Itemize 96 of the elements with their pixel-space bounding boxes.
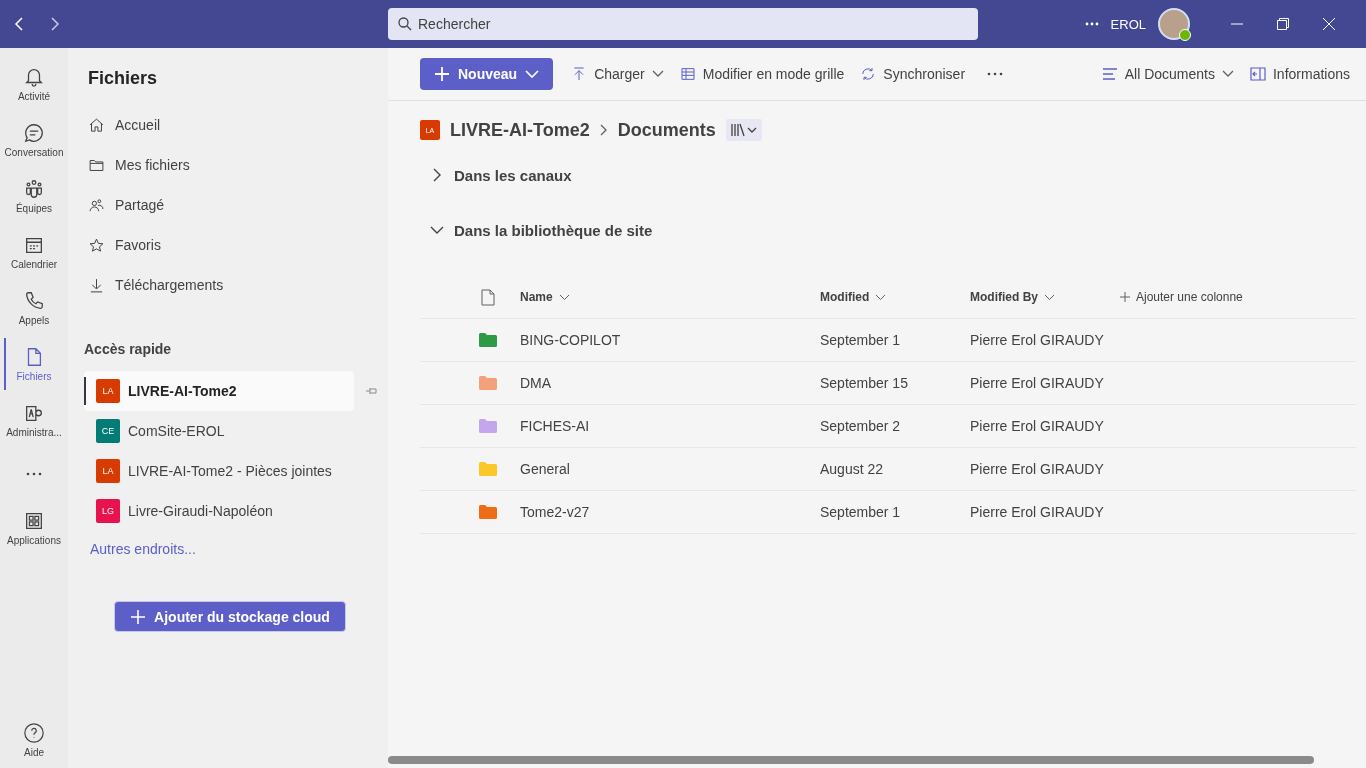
table-row[interactable]: BING-COPILOT September 1 Pierre Erol GIRAUDY	[420, 319, 1356, 362]
section-heading: Accès rapide	[84, 341, 172, 357]
column-header[interactable]: Name	[520, 290, 570, 304]
sync-icon	[860, 66, 877, 82]
plus-icon	[434, 66, 450, 82]
help-icon	[23, 722, 45, 744]
bell-icon	[23, 66, 45, 88]
breadcrumb-library: Documents	[617, 119, 716, 141]
site-tile: LA	[96, 459, 120, 483]
user-name: EROL	[1110, 16, 1146, 32]
chevron-down-icon	[1221, 70, 1234, 78]
add-column-button[interactable]: Ajouter une colonne	[1120, 289, 1243, 304]
table-cell-text: September 2	[820, 418, 902, 434]
site-tile: CE	[96, 419, 120, 443]
star-icon	[88, 236, 105, 254]
maximize-icon[interactable]	[1276, 17, 1290, 31]
rail-item[interactable]: Applications	[0, 500, 68, 556]
plus-icon	[1120, 291, 1130, 302]
home-icon	[88, 116, 105, 134]
info-panel-icon	[1249, 67, 1266, 81]
chevron-down-icon	[1044, 293, 1055, 301]
section-toggle[interactable]: Dans les canaux	[388, 155, 1366, 195]
section-toggle[interactable]: Dans la bibliothèque de site	[388, 210, 1366, 250]
chevron-down-icon	[558, 293, 570, 301]
grid-button[interactable]: Modifier en mode grille	[673, 58, 851, 90]
download-icon	[88, 276, 105, 294]
table-row[interactable]: DMA September 15 Pierre Erol GIRAUDY	[420, 362, 1356, 405]
plus-icon	[130, 608, 147, 625]
table-row[interactable]: General August 22 Pierre Erol GIRAUDY	[420, 448, 1356, 491]
table-cell-text: Pierre Erol GIRAUDY	[970, 332, 1105, 348]
library-switcher[interactable]	[725, 119, 762, 141]
table-cell-text: Pierre Erol GIRAUDY	[970, 461, 1105, 477]
rail-item[interactable]: Calendrier	[0, 224, 68, 280]
site-tile: LA	[96, 379, 120, 403]
rail-item[interactable]: Activité	[0, 56, 68, 112]
chevron-down-icon	[875, 293, 887, 301]
add-cloud-storage-button[interactable]: Ajouter du stockage cloud	[114, 601, 346, 632]
table-cell-text: Pierre Erol GIRAUDY	[970, 375, 1105, 391]
chevron-right-icon	[599, 124, 608, 136]
nav-item[interactable]: Favoris	[84, 225, 224, 265]
rail-item[interactable]: Équipes	[0, 168, 68, 224]
shared-icon	[88, 196, 105, 214]
nav-item[interactable]: Téléchargements	[84, 265, 224, 305]
nav-item[interactable]: Partagé	[84, 185, 224, 225]
table-cell-text: Pierre Erol GIRAUDY	[970, 418, 1105, 434]
library-icon	[729, 123, 758, 137]
more-options-icon[interactable]	[987, 72, 1004, 76]
close-icon[interactable]	[1322, 17, 1336, 31]
table-cell-text: September 15	[820, 375, 909, 391]
view-selector[interactable]: All Documents	[1095, 58, 1240, 90]
table-cell-text: DMA	[520, 375, 553, 391]
table-cell-text: Pierre Erol GIRAUDY	[970, 504, 1105, 520]
rail-item[interactable]: Administra...	[0, 392, 68, 448]
file-type-icon	[481, 288, 495, 306]
nav-item[interactable]: Accueil	[84, 105, 224, 145]
table-cell-text: August 22	[820, 461, 885, 477]
help-item[interactable]: Aide	[0, 712, 68, 768]
table-row[interactable]: FICHES-AI September 2 Pierre Erol GIRAUDY	[420, 405, 1356, 448]
table-cell-text: BING-COPILOT	[520, 332, 622, 348]
site-tile: LG	[96, 499, 120, 523]
table-cell-text: General	[520, 461, 571, 477]
scrollbar[interactable]	[388, 756, 1314, 764]
quick-access-item[interactable]: LG Livre-Giraudi-Napoléon	[84, 491, 354, 531]
table-cell-text: September 1	[820, 504, 902, 520]
phone-icon	[23, 290, 45, 312]
avatar[interactable]	[1158, 8, 1190, 40]
quick-access-item[interactable]: CE ComSite-EROL	[84, 411, 354, 451]
table-cell-text: Tome2-v27	[520, 504, 591, 520]
upload-button[interactable]: Charger	[565, 58, 670, 90]
search-field[interactable]: Rechercher	[388, 8, 978, 40]
lines-icon	[1101, 67, 1118, 81]
column-header[interactable]: Modified By	[970, 290, 1055, 304]
more-options-icon[interactable]	[1084, 22, 1099, 26]
grid-icon	[679, 66, 696, 82]
search-icon	[398, 17, 412, 31]
table-row[interactable]: Tome2-v27 September 1 Pierre Erol GIRAUDY	[420, 491, 1356, 534]
rail-item[interactable]: Conversation	[0, 112, 68, 168]
sync-button[interactable]: Synchroniser	[854, 58, 972, 90]
chat-icon	[23, 122, 45, 144]
breadcrumb-site[interactable]: LIVRE-AI-Tome2	[450, 119, 590, 141]
sidebar-title: Fichiers	[88, 68, 158, 89]
column-header[interactable]: Modified	[820, 290, 887, 304]
new-button[interactable]: Nouveau	[420, 58, 554, 90]
quick-access-item[interactable]: LA LIVRE-AI-Tome2 - Pièces jointes	[84, 451, 354, 491]
rail-item[interactable]: Fichiers	[0, 336, 68, 392]
rail-item[interactable]: Appels	[0, 280, 68, 336]
nav-item[interactable]: Mes fichiers	[84, 145, 224, 185]
table-cell-text: September 1	[820, 332, 902, 348]
more-icon	[26, 472, 42, 476]
table-cell-text: FICHES-AI	[520, 418, 591, 434]
apps-icon	[23, 510, 45, 532]
other-places-link[interactable]: Autres endroits...	[90, 541, 196, 557]
quick-access-item[interactable]: LA LIVRE-AI-Tome2	[84, 371, 354, 411]
teams-icon	[23, 178, 45, 200]
chevron-down-icon	[525, 69, 540, 79]
info-button[interactable]: Informations	[1243, 58, 1356, 90]
